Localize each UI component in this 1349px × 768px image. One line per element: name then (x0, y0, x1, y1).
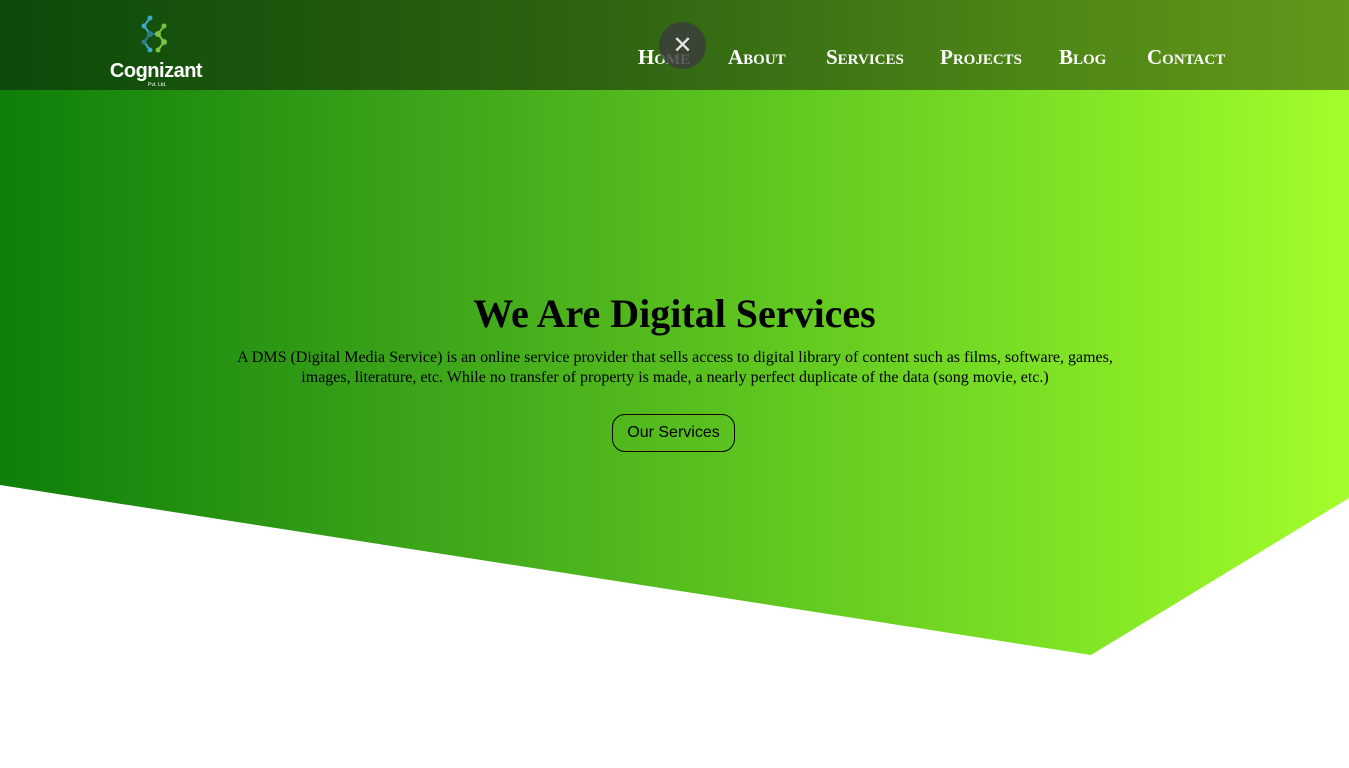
our-services-button[interactable]: Our Services (612, 414, 735, 452)
molecule-icon (141, 15, 167, 53)
nav-item-services[interactable]: Services (826, 44, 904, 70)
close-icon[interactable]: ✕ (659, 22, 706, 69)
brand-name: Cognizant (109, 60, 203, 82)
nav-item-contact[interactable]: Contact (1147, 44, 1225, 70)
nav-item-blog[interactable]: Blog (1059, 44, 1106, 70)
brand-logo[interactable]: Cognizant Pvt. Ltd. (108, 12, 208, 90)
hero-description: A DMS (Digital Media Service) is an onli… (237, 349, 1113, 386)
nav-item-about[interactable]: About (728, 44, 786, 70)
navbar: Cognizant Pvt. Ltd. Home About Services … (0, 0, 1349, 90)
hero-title: We Are Digital Services (473, 291, 876, 336)
nav-item-projects[interactable]: Projects (940, 44, 1022, 70)
brand-sub: Pvt. Ltd. (148, 82, 167, 88)
